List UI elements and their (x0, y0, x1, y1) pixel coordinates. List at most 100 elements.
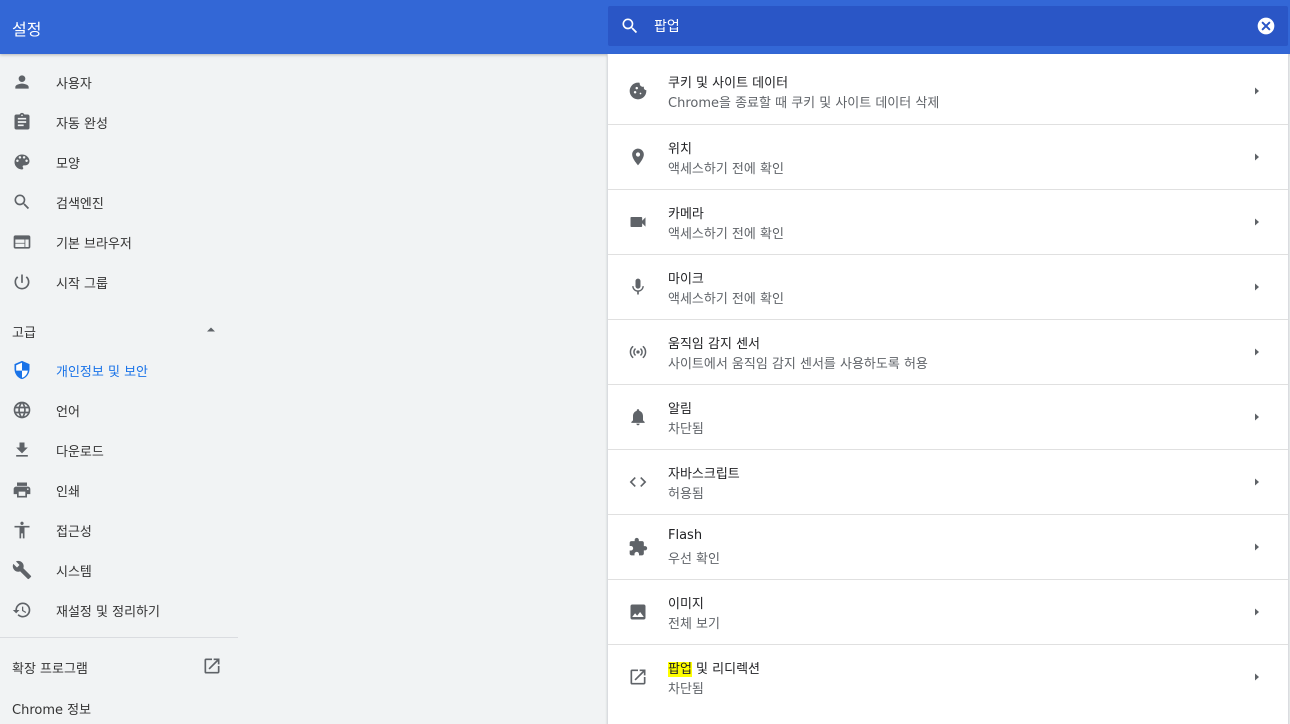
sidebar-item-autofill[interactable]: 자동 완성 (0, 102, 238, 142)
external-link-icon (202, 656, 222, 676)
setting-subtitle: 액세스하기 전에 확인 (668, 292, 784, 307)
browser-icon (12, 232, 32, 252)
chevron-right-icon (1253, 606, 1261, 618)
chevron-right-icon (1253, 541, 1261, 553)
sidebar-item-label: 접근성 (56, 525, 92, 540)
sidebar-item-languages[interactable]: 언어 (0, 390, 238, 430)
sidebar-item-label: 재설정 및 정리하기 (56, 605, 160, 620)
advanced-label: 고급 (12, 326, 36, 341)
setting-title: 카메라 (668, 207, 704, 222)
location-pin-icon (628, 147, 648, 167)
sidebar-item-label: 확장 프로그램 (12, 662, 88, 677)
arrow-up-icon (205, 325, 217, 333)
sidebar-item-label: 시스템 (56, 565, 92, 580)
setting-row-popups[interactable]: 팝업 및 리디렉션 차단됨 (608, 644, 1288, 709)
sidebar-item-people[interactable]: 사용자 (0, 62, 238, 102)
sidebar-item-label: 언어 (56, 405, 80, 420)
sidebar-item-label: 개인정보 및 보안 (56, 365, 148, 380)
setting-row-flash[interactable]: Flash 우선 확인 (608, 514, 1288, 579)
page-title: 설정 (12, 20, 42, 39)
chevron-right-icon (1253, 281, 1261, 293)
wrench-icon (12, 560, 32, 580)
setting-row-javascript[interactable]: 자바스크립트 허용됨 (608, 449, 1288, 514)
setting-title: Flash (668, 528, 703, 543)
sidebar-item-appearance[interactable]: 모양 (0, 142, 238, 182)
sidebar-item-label: 기본 브라우저 (56, 237, 132, 252)
advanced-toggle[interactable]: 고급 (0, 310, 238, 350)
setting-row-images[interactable]: 이미지 전체 보기 (608, 579, 1288, 644)
sidebar-item-downloads[interactable]: 다운로드 (0, 430, 238, 470)
setting-title: 마이크 (668, 272, 704, 287)
power-icon (12, 272, 32, 292)
chevron-right-icon (1253, 476, 1261, 488)
setting-row-notifications[interactable]: 알림 차단됨 (608, 384, 1288, 449)
setting-row-location[interactable]: 위치 액세스하기 전에 확인 (608, 124, 1288, 189)
sidebar-item-search-engine[interactable]: 검색엔진 (0, 182, 238, 222)
sidebar: 사용자 자동 완성 모양 검색엔진 기본 브라우저 시작 그룹 고급 개인정보 … (0, 54, 238, 724)
sidebar-item-printing[interactable]: 인쇄 (0, 470, 238, 510)
microphone-icon (628, 277, 648, 297)
setting-title: 이미지 (668, 597, 704, 612)
person-icon (12, 72, 32, 92)
bell-icon (628, 407, 648, 427)
privacy-settings-card: 쿠키 및 사이트 데이터 Chrome을 종료할 때 쿠키 및 사이트 데이터 … (607, 54, 1289, 724)
code-icon (628, 472, 648, 492)
close-icon[interactable] (1256, 16, 1276, 36)
setting-row-cookies[interactable]: 쿠키 및 사이트 데이터 Chrome을 종료할 때 쿠키 및 사이트 데이터 … (608, 59, 1288, 124)
image-icon (628, 602, 648, 622)
sidebar-item-extensions[interactable]: 확장 프로그램 (0, 648, 238, 684)
sidebar-item-reset[interactable]: 재설정 및 정리하기 (0, 590, 238, 630)
sidebar-item-system[interactable]: 시스템 (0, 550, 238, 590)
sidebar-item-default-browser[interactable]: 기본 브라우저 (0, 222, 238, 262)
setting-subtitle: 차단됨 (668, 422, 704, 437)
setting-subtitle: 액세스하기 전에 확인 (668, 227, 784, 242)
chevron-right-icon (1253, 346, 1261, 358)
shield-icon (12, 360, 32, 380)
search-highlight: 팝업 (668, 662, 692, 677)
search-box[interactable] (608, 6, 1288, 46)
camera-icon (628, 212, 648, 232)
setting-subtitle: 전체 보기 (668, 617, 720, 632)
clipboard-icon (12, 112, 32, 132)
setting-title: 알림 (668, 402, 692, 417)
search-icon (12, 192, 32, 212)
sidebar-item-startup[interactable]: 시작 그룹 (0, 262, 238, 302)
search-icon (620, 16, 640, 36)
setting-subtitle: 허용됨 (668, 487, 704, 502)
search-input[interactable] (654, 6, 1244, 46)
globe-icon (12, 400, 32, 420)
sidebar-item-label: 인쇄 (56, 485, 80, 500)
download-icon (12, 440, 32, 460)
setting-subtitle: 사이트에서 움직임 감지 센서를 사용하도록 허용 (668, 357, 928, 372)
setting-row-microphone[interactable]: 마이크 액세스하기 전에 확인 (608, 254, 1288, 319)
setting-title: 위치 (668, 142, 692, 157)
restore-icon (12, 600, 32, 620)
setting-subtitle: 우선 확인 (668, 552, 720, 567)
setting-row-motion-sensors[interactable]: 움직임 감지 센서 사이트에서 움직임 감지 센서를 사용하도록 허용 (608, 319, 1288, 384)
sidebar-item-accessibility[interactable]: 접근성 (0, 510, 238, 550)
chevron-right-icon (1253, 216, 1261, 228)
sidebar-item-label: 다운로드 (56, 445, 104, 460)
sidebar-item-label: 검색엔진 (56, 197, 104, 212)
open-in-new-icon (628, 667, 648, 687)
sidebar-item-label: 사용자 (56, 77, 92, 92)
sidebar-item-label: 자동 완성 (56, 117, 108, 132)
setting-subtitle: Chrome을 종료할 때 쿠키 및 사이트 데이터 삭제 (668, 96, 940, 111)
setting-row-camera[interactable]: 카메라 액세스하기 전에 확인 (608, 189, 1288, 254)
sidebar-item-privacy[interactable]: 개인정보 및 보안 (0, 350, 238, 390)
setting-title: 움직임 감지 센서 (668, 337, 760, 352)
palette-icon (12, 152, 32, 172)
setting-title: 자바스크립트 (668, 467, 740, 482)
setting-subtitle: 액세스하기 전에 확인 (668, 162, 784, 177)
sidebar-item-about[interactable]: Chrome 정보 (0, 692, 238, 722)
chevron-right-icon (1253, 85, 1261, 97)
setting-title-rest: 및 리디렉션 (691, 662, 760, 677)
sensor-icon (628, 342, 648, 362)
setting-title: 팝업 및 리디렉션 (668, 658, 760, 677)
cookie-icon (628, 81, 648, 101)
print-icon (12, 480, 32, 500)
accessibility-icon (12, 520, 32, 540)
chevron-right-icon (1253, 151, 1261, 163)
sidebar-item-label: Chrome 정보 (12, 703, 92, 718)
sidebar-item-label: 모양 (56, 157, 80, 172)
